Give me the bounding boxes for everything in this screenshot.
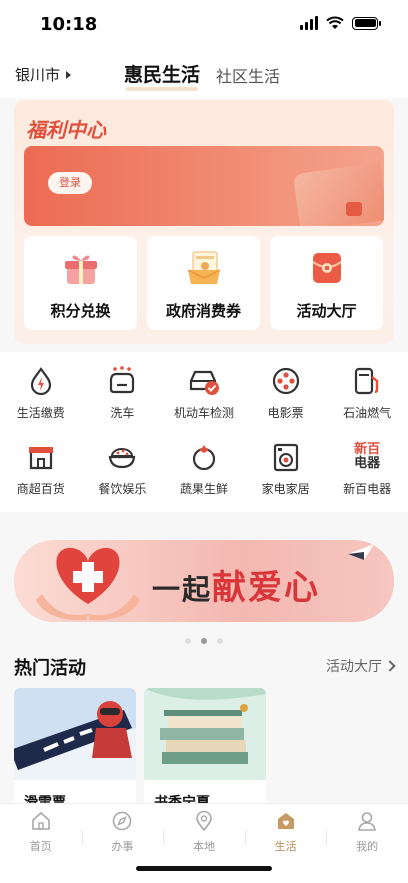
charity-banner[interactable]: 一起献爱心 bbox=[14, 540, 394, 622]
tab-mine[interactable]: 我的 bbox=[326, 804, 408, 854]
activity-hall-link[interactable]: 活动大厅 bbox=[326, 656, 396, 676]
charity-text: 一起献爱心 bbox=[152, 560, 320, 609]
caret-right-icon bbox=[66, 70, 72, 79]
user-icon bbox=[358, 812, 377, 831]
activity-card-ski[interactable]: 滑雪票 bbox=[14, 688, 136, 806]
wifi-icon bbox=[326, 16, 344, 29]
store-icon bbox=[24, 440, 58, 474]
welfare-wallet-banner[interactable]: 登录 bbox=[24, 146, 384, 226]
carousel-dot-active[interactable] bbox=[201, 638, 207, 644]
water-drop-bolt-icon bbox=[24, 364, 58, 398]
books-poster-image bbox=[144, 688, 266, 780]
service-dining[interactable]: 餐饮娱乐 bbox=[82, 436, 164, 512]
tab-services[interactable]: 办事 bbox=[81, 804, 164, 854]
red-envelope-icon bbox=[312, 253, 342, 283]
login-button[interactable]: 登录 bbox=[48, 172, 92, 194]
status-time: 10:18 bbox=[40, 14, 98, 35]
bottom-tabbar: 首页 办事 本地 生活 我的 bbox=[0, 803, 408, 883]
home-indicator bbox=[136, 866, 272, 871]
hot-activities-title: 热门活动 bbox=[14, 658, 86, 679]
carousel-dot[interactable] bbox=[185, 638, 191, 644]
charity-text-small: 一起 bbox=[152, 573, 213, 606]
life-house-icon bbox=[277, 813, 294, 829]
service-label: 餐饮娱乐 bbox=[98, 482, 147, 496]
service-car-wash[interactable]: 洗车 bbox=[82, 360, 164, 436]
service-label: 洗车 bbox=[110, 406, 135, 420]
services-grid: 生活缴费 洗车 机动车检测 电影票 石油燃气 商超百货 餐饮娱乐 蔬果生鲜 家电… bbox=[0, 352, 408, 512]
tab-active-indicator bbox=[126, 87, 198, 91]
film-reel-icon bbox=[269, 364, 303, 398]
service-label: 蔬果生鲜 bbox=[179, 482, 228, 496]
xinbai-logo-line1: 新百 bbox=[354, 442, 381, 457]
charity-text-big: 献爱心 bbox=[212, 568, 321, 608]
status-bar: 10:18 bbox=[0, 0, 408, 50]
tab-label: 生活 bbox=[274, 840, 297, 853]
service-utility-payment[interactable]: 生活缴费 bbox=[0, 360, 82, 436]
heart-hands-icon bbox=[36, 547, 140, 621]
service-label: 石油燃气 bbox=[343, 406, 392, 420]
xinbai-logo-line2: 电器 bbox=[354, 456, 381, 471]
wallet-icon bbox=[292, 162, 384, 226]
service-vehicle-inspection[interactable]: 机动车检测 bbox=[163, 360, 245, 436]
car-wash-icon bbox=[105, 364, 139, 398]
activity-card-books[interactable]: 书香宁夏 bbox=[144, 688, 266, 806]
home-icon bbox=[31, 811, 50, 830]
welfare-title: 福利中心 bbox=[26, 118, 106, 142]
gov-coupon-card[interactable]: 政府消费券 bbox=[147, 236, 260, 330]
tab-label: 本地 bbox=[192, 840, 215, 853]
tomato-icon bbox=[187, 440, 221, 474]
car-check-icon bbox=[187, 364, 221, 398]
points-exchange-card[interactable]: 积分兑换 bbox=[24, 236, 137, 330]
tab-label: 首页 bbox=[29, 840, 52, 853]
activity-hall-label: 活动大厅 bbox=[296, 302, 357, 320]
status-icons bbox=[300, 16, 381, 30]
service-fuel-gas[interactable]: 石油燃气 bbox=[326, 360, 408, 436]
city-selector[interactable]: 银川市 bbox=[15, 64, 72, 85]
compass-icon bbox=[113, 811, 132, 831]
fuel-pump-icon bbox=[350, 364, 384, 398]
location-pin-icon bbox=[196, 810, 212, 832]
carousel-dot[interactable] bbox=[217, 638, 223, 644]
service-fresh-produce[interactable]: 蔬果生鲜 bbox=[163, 436, 245, 512]
activity-hall-card[interactable]: 活动大厅 bbox=[270, 236, 383, 330]
gov-coupon-label: 政府消费券 bbox=[165, 302, 241, 320]
tab-label: 办事 bbox=[111, 840, 134, 853]
paper-plane-icon bbox=[348, 544, 374, 560]
tab-huimin-life[interactable]: 惠民生活 bbox=[124, 60, 200, 87]
service-supermarket[interactable]: 商超百货 bbox=[0, 436, 82, 512]
tab-label: 我的 bbox=[356, 840, 379, 853]
service-movie-ticket[interactable]: 电影票 bbox=[245, 360, 327, 436]
tab-community-life[interactable]: 社区生活 bbox=[216, 63, 280, 87]
coupon-icon bbox=[187, 251, 221, 284]
gift-box-icon bbox=[65, 255, 97, 284]
washing-machine-icon bbox=[269, 440, 303, 474]
tab-home[interactable]: 首页 bbox=[0, 804, 82, 854]
service-home-appliance[interactable]: 家电家居 bbox=[245, 436, 327, 512]
city-label: 银川市 bbox=[15, 66, 61, 84]
rice-bowl-icon bbox=[105, 440, 139, 474]
activity-hall-link-label: 活动大厅 bbox=[326, 659, 382, 675]
tab-life[interactable]: 生活 bbox=[244, 804, 327, 854]
chevron-right-icon bbox=[384, 660, 396, 672]
service-label: 机动车检测 bbox=[173, 406, 234, 420]
service-label: 生活缴费 bbox=[16, 406, 65, 420]
service-label: 新百电器 bbox=[343, 482, 392, 496]
battery-icon bbox=[352, 16, 381, 30]
tab-local[interactable]: 本地 bbox=[163, 804, 245, 854]
service-xinbai-electric[interactable]: 新百 电器 新百电器 bbox=[326, 436, 408, 512]
welfare-cards: 积分兑换 政府消费券 活动大厅 bbox=[24, 236, 383, 330]
ski-poster-image bbox=[14, 688, 136, 780]
service-label: 电影票 bbox=[267, 406, 304, 420]
service-label: 家电家居 bbox=[261, 482, 310, 496]
signal-icon bbox=[300, 16, 318, 30]
service-label: 商超百货 bbox=[16, 482, 65, 496]
points-exchange-label: 积分兑换 bbox=[50, 302, 111, 320]
top-header: 银川市 惠民生活 社区生活 bbox=[0, 50, 408, 98]
wallet-clasp bbox=[346, 202, 362, 216]
welfare-center: 福利中心 登录 积分兑换 政府消费券 活动大厅 bbox=[14, 100, 394, 344]
activity-cards: 滑雪票 书香宁夏 bbox=[14, 688, 266, 806]
carousel-dots bbox=[0, 638, 408, 644]
xinbai-logo-icon: 新百 电器 bbox=[350, 440, 384, 474]
